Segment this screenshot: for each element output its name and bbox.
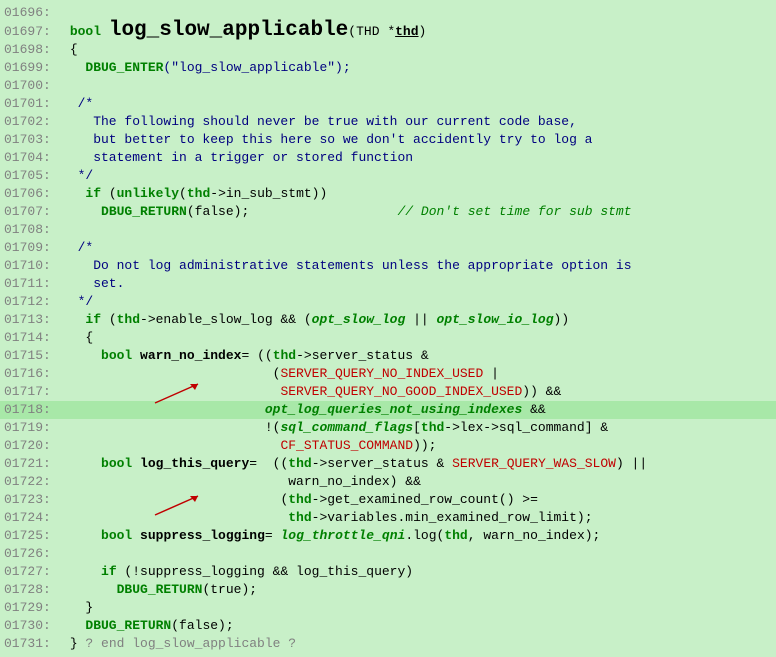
code-line: 01703: but better to keep this here so w… bbox=[0, 131, 776, 149]
line-number: 01720: bbox=[0, 437, 62, 455]
line-number: 01700: bbox=[0, 77, 62, 95]
line-number: 01697: bbox=[0, 23, 62, 41]
code-line: 01711: set. bbox=[0, 275, 776, 293]
line-number: 01709: bbox=[0, 239, 62, 257]
code-line: 01716: (SERVER_QUERY_NO_INDEX_USED | bbox=[0, 365, 776, 383]
line-number: 01702: bbox=[0, 113, 62, 131]
line-number: 01728: bbox=[0, 581, 62, 599]
code-line: 01701: /* bbox=[0, 95, 776, 113]
line-number: 01722: bbox=[0, 473, 62, 491]
code-line: 01724: thd->variables.min_examined_row_l… bbox=[0, 509, 776, 527]
code-line: 01700: bbox=[0, 77, 776, 95]
line-number: 01711: bbox=[0, 275, 62, 293]
code-line: 01723: (thd->get_examined_row_count() >= bbox=[0, 491, 776, 509]
code-viewer: 01696: 01697: bool log_slow_applicable(T… bbox=[0, 0, 776, 657]
line-number: 01716: bbox=[0, 365, 62, 383]
line-number: 01724: bbox=[0, 509, 62, 527]
line-number: 01717: bbox=[0, 383, 62, 401]
line-number: 01721: bbox=[0, 455, 62, 473]
code-line: 01709: /* bbox=[0, 239, 776, 257]
line-number: 01723: bbox=[0, 491, 62, 509]
line-number: 01726: bbox=[0, 545, 62, 563]
line-number: 01727: bbox=[0, 563, 62, 581]
code-line: 01699: DBUG_ENTER("log_slow_applicable")… bbox=[0, 59, 776, 77]
line-number: 01703: bbox=[0, 131, 62, 149]
line-number: 01705: bbox=[0, 167, 62, 185]
code-line: 01720: CF_STATUS_COMMAND)); bbox=[0, 437, 776, 455]
code-line: 01725: bool suppress_logging= log_thrott… bbox=[0, 527, 776, 545]
code-line: 01708: bbox=[0, 221, 776, 239]
code-line: 01717: SERVER_QUERY_NO_GOOD_INDEX_USED))… bbox=[0, 383, 776, 401]
code-line: 01729: } bbox=[0, 599, 776, 617]
line-number: 01708: bbox=[0, 221, 62, 239]
line-number: 01698: bbox=[0, 41, 62, 59]
line-number: 01707: bbox=[0, 203, 62, 221]
code-line: 01722: warn_no_index) && bbox=[0, 473, 776, 491]
line-number: 01699: bbox=[0, 59, 62, 77]
code-line: 01721: bool log_this_query= ((thd->serve… bbox=[0, 455, 776, 473]
code-line: 01727: if (!suppress_logging && log_this… bbox=[0, 563, 776, 581]
line-number: 01718: bbox=[0, 401, 62, 419]
code-line: 01704: statement in a trigger or stored … bbox=[0, 149, 776, 167]
code-line: 01705: */ bbox=[0, 167, 776, 185]
code-line: 01712: */ bbox=[0, 293, 776, 311]
line-number: 01712: bbox=[0, 293, 62, 311]
line-number: 01710: bbox=[0, 257, 62, 275]
code-line: 01706: if (unlikely(thd->in_sub_stmt)) bbox=[0, 185, 776, 203]
line-number: 01696: bbox=[0, 4, 62, 22]
line-number: 01706: bbox=[0, 185, 62, 203]
code-line: 01731: } ? end log_slow_applicable ? bbox=[0, 635, 776, 653]
line-number: 01714: bbox=[0, 329, 62, 347]
code-line: 01702: The following should never be tru… bbox=[0, 113, 776, 131]
line-number: 01704: bbox=[0, 149, 62, 167]
code-line: 01710: Do not log administrative stateme… bbox=[0, 257, 776, 275]
param-link[interactable]: thd bbox=[395, 24, 418, 39]
code-line: 01707: DBUG_RETURN(false); // Don't set … bbox=[0, 203, 776, 221]
code-line: 01728: DBUG_RETURN(true); bbox=[0, 581, 776, 599]
code-line: 01713: if (thd->enable_slow_log && (opt_… bbox=[0, 311, 776, 329]
code-line: 01719: !(sql_command_flags[thd->lex->sql… bbox=[0, 419, 776, 437]
code-line: 01726: bbox=[0, 545, 776, 563]
code-line: 01715: bool warn_no_index= ((thd->server… bbox=[0, 347, 776, 365]
line-number: 01731: bbox=[0, 635, 62, 653]
line-number: 01730: bbox=[0, 617, 62, 635]
line-number: 01725: bbox=[0, 527, 62, 545]
code-line: 01714: { bbox=[0, 329, 776, 347]
line-number: 01729: bbox=[0, 599, 62, 617]
line-number: 01715: bbox=[0, 347, 62, 365]
code-line: 01730: DBUG_RETURN(false); bbox=[0, 617, 776, 635]
code-line: 01697: bool log_slow_applicable(THD *thd… bbox=[0, 22, 776, 41]
code-line: 01698: { bbox=[0, 41, 776, 59]
line-number: 01713: bbox=[0, 311, 62, 329]
line-number: 01719: bbox=[0, 419, 62, 437]
function-name: log_slow_applicable bbox=[109, 19, 348, 42]
code-line: 01718: opt_log_queries_not_using_indexes… bbox=[0, 401, 776, 419]
line-number: 01701: bbox=[0, 95, 62, 113]
